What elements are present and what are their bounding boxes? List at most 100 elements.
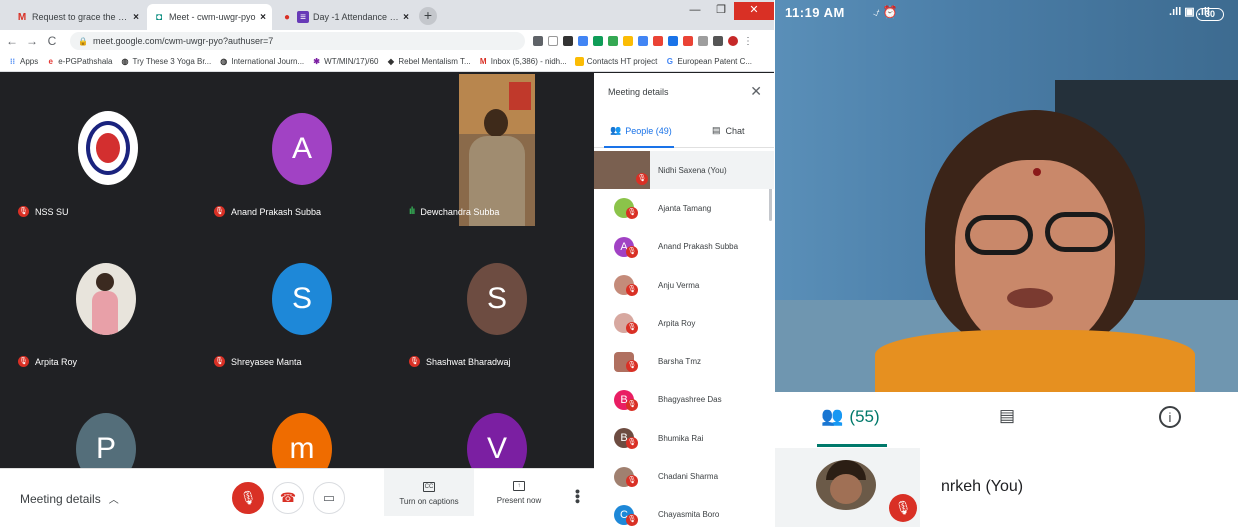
tab-people[interactable]: 👥 (55) (821, 406, 880, 427)
people-icon: 👥 (821, 406, 844, 426)
mic-off-icon: 🎙 (626, 513, 638, 526)
close-icon[interactable]: × (133, 12, 139, 23)
participant-name: 🎙 NSS SU (18, 206, 69, 217)
speaker-video: 11:19 AM ⍻ ⏰ .ıll ▣ .ıll 30 (775, 0, 1238, 392)
participant-name: Barsha Tmz (658, 357, 701, 367)
bookmark-item[interactable]: e e-PGPathshala (46, 57, 113, 66)
puzzle-icon[interactable] (713, 36, 723, 46)
participant-tile[interactable]: 🎙 Arpita Roy (8, 223, 203, 373)
list-item[interactable]: 🎙 Arpita Roy (594, 304, 774, 342)
captions-button[interactable]: CC Turn on captions (384, 469, 474, 516)
participant-tile[interactable]: S 🎙 Shreyasee Manta (204, 223, 399, 373)
mic-off-icon: 🎙 (889, 494, 917, 522)
extension-icon[interactable] (683, 36, 693, 46)
google-icon: G (666, 57, 673, 66)
profile-avatar[interactable] (728, 36, 738, 46)
clock: 11:19 AM (785, 5, 845, 20)
bookmark-item[interactable]: Contacts HT project (574, 57, 658, 66)
tab-chat[interactable]: ▤ (999, 406, 1015, 426)
extension-icon[interactable] (638, 36, 648, 46)
tab-label: People (49) (625, 125, 672, 136)
mic-off-icon: 🎙 (636, 173, 648, 185)
leave-call-button[interactable]: ☎ (272, 482, 304, 514)
bookmark-item[interactable]: ◍ International Journ... (219, 57, 304, 66)
participant-tile[interactable]: 🎙 NSS SU (8, 73, 203, 223)
back-icon[interactable]: ← (4, 34, 20, 48)
camera-toggle-button[interactable]: ▭ (313, 482, 345, 514)
bookmark-label: Try These 3 Yoga Br... (132, 57, 212, 66)
bookmark-label: Contacts HT project (586, 57, 658, 66)
bookmark-item[interactable]: ✱ WT/MIN/17)/60 (312, 57, 378, 66)
apps-grid-icon: ⁝⁝ (9, 57, 16, 66)
list-item[interactable]: C 🎙 Chayasmita Boro (594, 496, 774, 527)
bookmark-apps[interactable]: ⁝⁝ Apps (8, 57, 38, 66)
maximize-button[interactable]: ❐ (708, 2, 734, 20)
close-icon[interactable]: × (260, 12, 266, 23)
participant-tile[interactable]: ılı Dewchandra Subba (399, 73, 594, 226)
bookmark-item[interactable]: ◍ Try These 3 Yoga Br... (121, 57, 212, 66)
reload-icon[interactable]: C (44, 34, 60, 48)
video-feed (459, 74, 535, 226)
bookmark-label: Apps (20, 57, 39, 66)
minimize-button[interactable]: — (682, 2, 708, 20)
participant-tile[interactable]: A 🎙 Anand Prakash Subba (204, 73, 399, 223)
extension-icon[interactable] (593, 36, 603, 46)
more-options-icon[interactable]: ••• (570, 489, 586, 504)
tab-info[interactable]: i (1159, 406, 1181, 428)
participant-name: Arpita Roy (658, 318, 696, 328)
list-item[interactable]: 🎙 Barsha Tmz (594, 342, 774, 380)
mic-off-icon: 🎙 (18, 206, 29, 217)
url-text: meet.google.com/cwm-uwgr-pyo?authuser=7 (92, 36, 274, 46)
bookmark-icon: ✱ (313, 57, 320, 66)
extension-icon[interactable] (668, 36, 678, 46)
window-close-button[interactable]: ✕ (734, 2, 774, 20)
extension-icon[interactable] (608, 36, 618, 46)
tab-forms[interactable]: ● ≡ Day -1 Attendance "Online Train × (275, 4, 415, 30)
list-item[interactable]: 🎙 Anju Verma (594, 266, 774, 304)
speaking-icon: ılı (409, 206, 415, 217)
extension-icon[interactable] (698, 36, 708, 46)
participant-tile[interactable]: S 🎙 Shashwat Bharadwaj (399, 223, 594, 373)
bookmark-item[interactable]: ◆ Rebel Mentalism T... (386, 57, 471, 66)
list-item[interactable]: 🎙 nrkeh (You) (775, 448, 1238, 527)
extension-icon[interactable] (578, 36, 588, 46)
star-icon[interactable] (548, 36, 558, 46)
bookmark-label: WT/MIN/17)/60 (324, 57, 379, 66)
tab-gmail[interactable]: M Request to grace the occasion w × (10, 4, 145, 30)
button-label: Turn on captions (399, 497, 459, 506)
forward-icon[interactable]: → (24, 34, 40, 48)
mic-off-icon: 🎙 (626, 398, 638, 411)
extension-icon[interactable] (653, 36, 663, 46)
camera-icon[interactable] (533, 36, 543, 46)
mic-off-icon: 🎙 (18, 356, 29, 367)
list-item[interactable]: A 🎙 Anand Prakash Subba (594, 228, 774, 266)
call-controls-bar: Meeting details ︿ 🎙 ☎ ▭ CC Turn on capti… (0, 468, 594, 527)
new-tab-button[interactable]: + (419, 7, 437, 25)
extension-icon[interactable] (623, 36, 633, 46)
list-item[interactable]: 🎙 Nidhi Saxena (You) (594, 151, 774, 190)
bookmark-item[interactable]: G European Patent C... (665, 57, 752, 66)
tab-people[interactable]: 👥 People (49) (610, 125, 672, 136)
participant-name: 🎙 Arpita Roy (18, 356, 78, 367)
meeting-details-button[interactable]: Meeting details ︿ (20, 491, 119, 507)
close-icon[interactable]: × (403, 12, 409, 23)
folder-icon (574, 57, 584, 66)
info-icon: i (1159, 406, 1181, 428)
list-item[interactable]: 🎙 Chadani Sharma (594, 457, 774, 495)
present-now-button[interactable]: ↑ Present now (474, 481, 564, 505)
gmail-icon: M (17, 11, 27, 23)
kebab-menu-icon[interactable]: ⋮ (743, 36, 753, 47)
bookmark-item[interactable]: M Inbox (5,386) - nidh... (479, 57, 567, 66)
panel-tabs: 👥 People (49) ▤ Chat (594, 118, 774, 148)
extension-icon[interactable] (563, 36, 573, 46)
panel-title: Meeting details (608, 87, 669, 97)
close-icon[interactable]: ✕ (750, 83, 762, 100)
url-input[interactable]: 🔒 meet.google.com/cwm-uwgr-pyo?authuser=… (70, 32, 525, 50)
list-item[interactable]: B 🎙 Bhagyashree Das (594, 381, 774, 419)
tab-chat[interactable]: ▤ Chat (712, 125, 745, 136)
list-item[interactable]: 🎙 Ajanta Tamang (594, 189, 774, 227)
tab-meet[interactable]: ◘ Meet - cwm-uwgr-pyo × (147, 4, 272, 30)
participant-name: Chayasmita Boro (658, 510, 720, 520)
list-item[interactable]: B 🎙 Bhumika Rai (594, 419, 774, 457)
mic-toggle-button[interactable]: 🎙 (232, 482, 264, 514)
